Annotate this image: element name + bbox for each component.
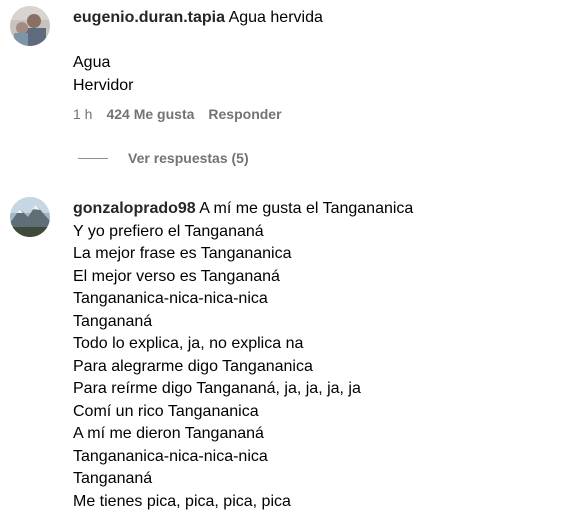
comment-first-line: Agua hervida xyxy=(228,9,323,26)
comment-line: Y yo prefiero el Tangananá xyxy=(73,222,264,240)
comment-line: El mejor verso es Tangananá xyxy=(73,267,280,285)
comment-line xyxy=(73,30,557,53)
replies-divider xyxy=(78,157,108,159)
comment-line: Tangananá xyxy=(73,470,153,487)
comment-line: Tangananica-nica-nica-nica xyxy=(73,447,268,465)
avatar[interactable] xyxy=(10,6,50,46)
comment-line: A mí me dieron Tangananá xyxy=(73,425,264,442)
comment-first-line: A mí me gusta el Tangananica xyxy=(199,200,414,217)
comment-text: gonzaloprado98 A mí me gusta el Tanganan… xyxy=(73,198,557,221)
comment-line: Tangananica-nica-nica-nica xyxy=(73,290,268,307)
comment-line: Agua xyxy=(73,54,111,71)
avatar[interactable] xyxy=(10,197,50,237)
comment-meta: 1 h 424 Me gusta Responder xyxy=(73,106,282,122)
view-replies-label[interactable]: Ver respuestas (5) xyxy=(128,150,249,166)
comment-line: La mejor frase es Tangananica xyxy=(73,245,292,262)
comment-line: Para alegrarme digo Tangananica xyxy=(73,357,313,375)
comment: gonzaloprado98 A mí me gusta el Tanganan… xyxy=(0,190,565,518)
comment-line: Todo lo explica, ja, no explica na xyxy=(73,335,304,352)
comment-text: eugenio.duran.tapia Agua hervida xyxy=(73,7,557,30)
comment-line: Tangananá xyxy=(73,312,153,330)
comment-line: Para reírme digo Tangananá, ja, ja, ja, … xyxy=(73,380,361,397)
likes-count[interactable]: 424 Me gusta xyxy=(106,106,194,122)
comment-line: Comí un rico Tangananica xyxy=(73,402,259,420)
comment: eugenio.duran.tapia Agua hervida Agua He… xyxy=(0,0,565,170)
timestamp[interactable]: 1 h xyxy=(73,106,92,122)
comment-line: Hervidor xyxy=(73,76,134,94)
reply-button[interactable]: Responder xyxy=(208,106,281,122)
username[interactable]: gonzaloprado98 xyxy=(73,200,196,217)
username[interactable]: eugenio.duran.tapia xyxy=(73,9,225,26)
view-replies-button[interactable]: Ver respuestas (5) xyxy=(78,150,249,166)
comment-line: Me tienes pica, pica, pica, pica xyxy=(73,492,291,510)
